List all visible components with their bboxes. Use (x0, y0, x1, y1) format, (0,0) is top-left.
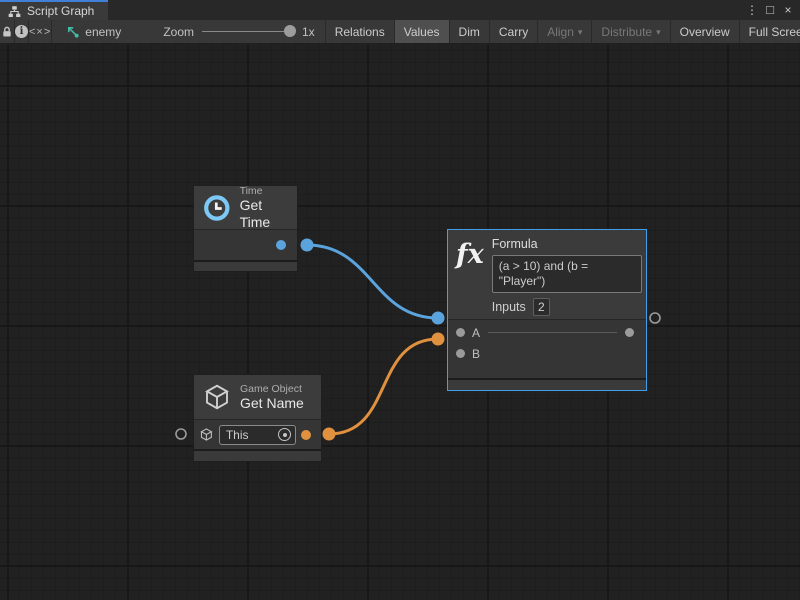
cube-icon-small (199, 427, 214, 442)
port-label: A (472, 326, 480, 340)
node-title: Get Name (240, 395, 304, 411)
value-flow-line (488, 332, 617, 333)
graph-name: enemy (85, 25, 121, 39)
maximize-icon[interactable]: □ (762, 1, 778, 19)
dim-button[interactable]: Dim (449, 20, 489, 43)
wire-endpoint-dot[interactable] (432, 312, 445, 325)
edit-source-button[interactable]: <×> (29, 20, 52, 43)
info-icon: i (15, 25, 28, 38)
distribute-button[interactable]: Distribute ▾ (591, 20, 669, 43)
node-title: Formula (492, 237, 642, 251)
node-body: This (194, 419, 321, 449)
lock-icon (0, 25, 14, 39)
node-title: Get Time (240, 197, 289, 229)
object-picker-icon[interactable] (278, 428, 291, 441)
node-header: Time Get Time (194, 186, 297, 229)
graph-hierarchy-icon (8, 5, 21, 18)
port-label: B (472, 347, 480, 361)
tab-title: Script Graph (27, 4, 94, 18)
zoom-slider[interactable] (202, 31, 294, 32)
node-get-time[interactable]: Time Get Time (193, 185, 298, 272)
window-controls: ⋮ □ × (744, 0, 800, 20)
relations-button[interactable]: Relations (325, 20, 394, 43)
overview-button[interactable]: Overview (670, 20, 739, 43)
node-footer (194, 449, 321, 461)
zoom-value: 1x (302, 25, 315, 39)
wire-getname-to-formula-b[interactable] (329, 339, 438, 434)
node-footer (448, 378, 646, 390)
wire-layer (0, 45, 800, 600)
inputs-count-field[interactable]: 2 (533, 298, 550, 316)
align-button[interactable]: Align ▾ (537, 20, 591, 43)
node-formula[interactable]: fx Formula (a > 10) and (b = "Player") I… (447, 229, 647, 391)
target-object-field[interactable]: This (219, 425, 296, 445)
getname-output-port[interactable] (301, 430, 311, 440)
formula-expression-input[interactable]: (a > 10) and (b = "Player") (492, 255, 642, 293)
wire-gettime-to-formula-a[interactable] (307, 245, 438, 318)
node-get-name[interactable]: Game Object Get Name This (193, 374, 322, 462)
code-icon: <×> (29, 26, 51, 38)
inputs-label: Inputs (492, 300, 526, 314)
chevron-down-icon: ▾ (656, 27, 661, 38)
zoom-label: Zoom (163, 25, 194, 39)
close-icon[interactable]: × (780, 1, 796, 19)
info-button[interactable]: i (15, 20, 29, 43)
chevron-down-icon: ▾ (578, 27, 583, 38)
title-bar: Script Graph ⋮ □ × (0, 0, 800, 20)
carry-button[interactable]: Carry (489, 20, 537, 43)
node-category: Time (240, 185, 289, 197)
node-header: fx Formula (a > 10) and (b = "Player") I… (448, 230, 646, 319)
fullscreen-button[interactable]: Full Screen (739, 20, 800, 43)
cube-icon (202, 382, 232, 412)
node-body (194, 229, 297, 260)
wire-endpoint-dot[interactable] (432, 333, 445, 346)
fx-icon: fx (456, 237, 484, 316)
graph-toolbar: i <×> enemy Zoom 1x Relations Value (0, 20, 800, 44)
node-footer (194, 260, 297, 271)
formula-output-port-unconnected[interactable] (650, 313, 660, 323)
formula-input-port-a[interactable] (456, 328, 465, 337)
clock-icon (202, 191, 232, 225)
window-menu-icon[interactable]: ⋮ (744, 1, 760, 19)
node-header: Game Object Get Name (194, 375, 321, 419)
script-graph-asset-icon (66, 25, 80, 39)
gettime-output-port[interactable] (276, 240, 286, 250)
tab-script-graph[interactable]: Script Graph (0, 0, 108, 20)
wire-endpoint-dot[interactable] (301, 239, 314, 252)
values-button[interactable]: Values (394, 20, 449, 43)
zoom-slider-handle[interactable] (284, 25, 296, 37)
graph-canvas[interactable]: Time Get Time fx Formula (a > 10) and (b… (0, 45, 800, 600)
graph-breadcrumb[interactable]: enemy (52, 20, 131, 43)
port-row-b: B (448, 343, 646, 364)
getname-input-port-unconnected[interactable] (176, 429, 186, 439)
script-graph-window: Script Graph ⋮ □ × i <×> enemy (0, 0, 800, 600)
toolbar-buttons: Relations Values Dim Carry Align ▾ Distr… (325, 20, 800, 43)
formula-output-port[interactable] (625, 328, 634, 337)
target-value: This (226, 428, 278, 442)
node-ports: A B (448, 319, 646, 378)
zoom-control: Zoom 1x (131, 20, 324, 43)
port-row-a: A (448, 322, 646, 343)
node-category: Game Object (240, 383, 304, 395)
formula-input-port-b[interactable] (456, 349, 465, 358)
lock-button[interactable] (0, 20, 15, 43)
wire-endpoint-dot[interactable] (323, 428, 336, 441)
